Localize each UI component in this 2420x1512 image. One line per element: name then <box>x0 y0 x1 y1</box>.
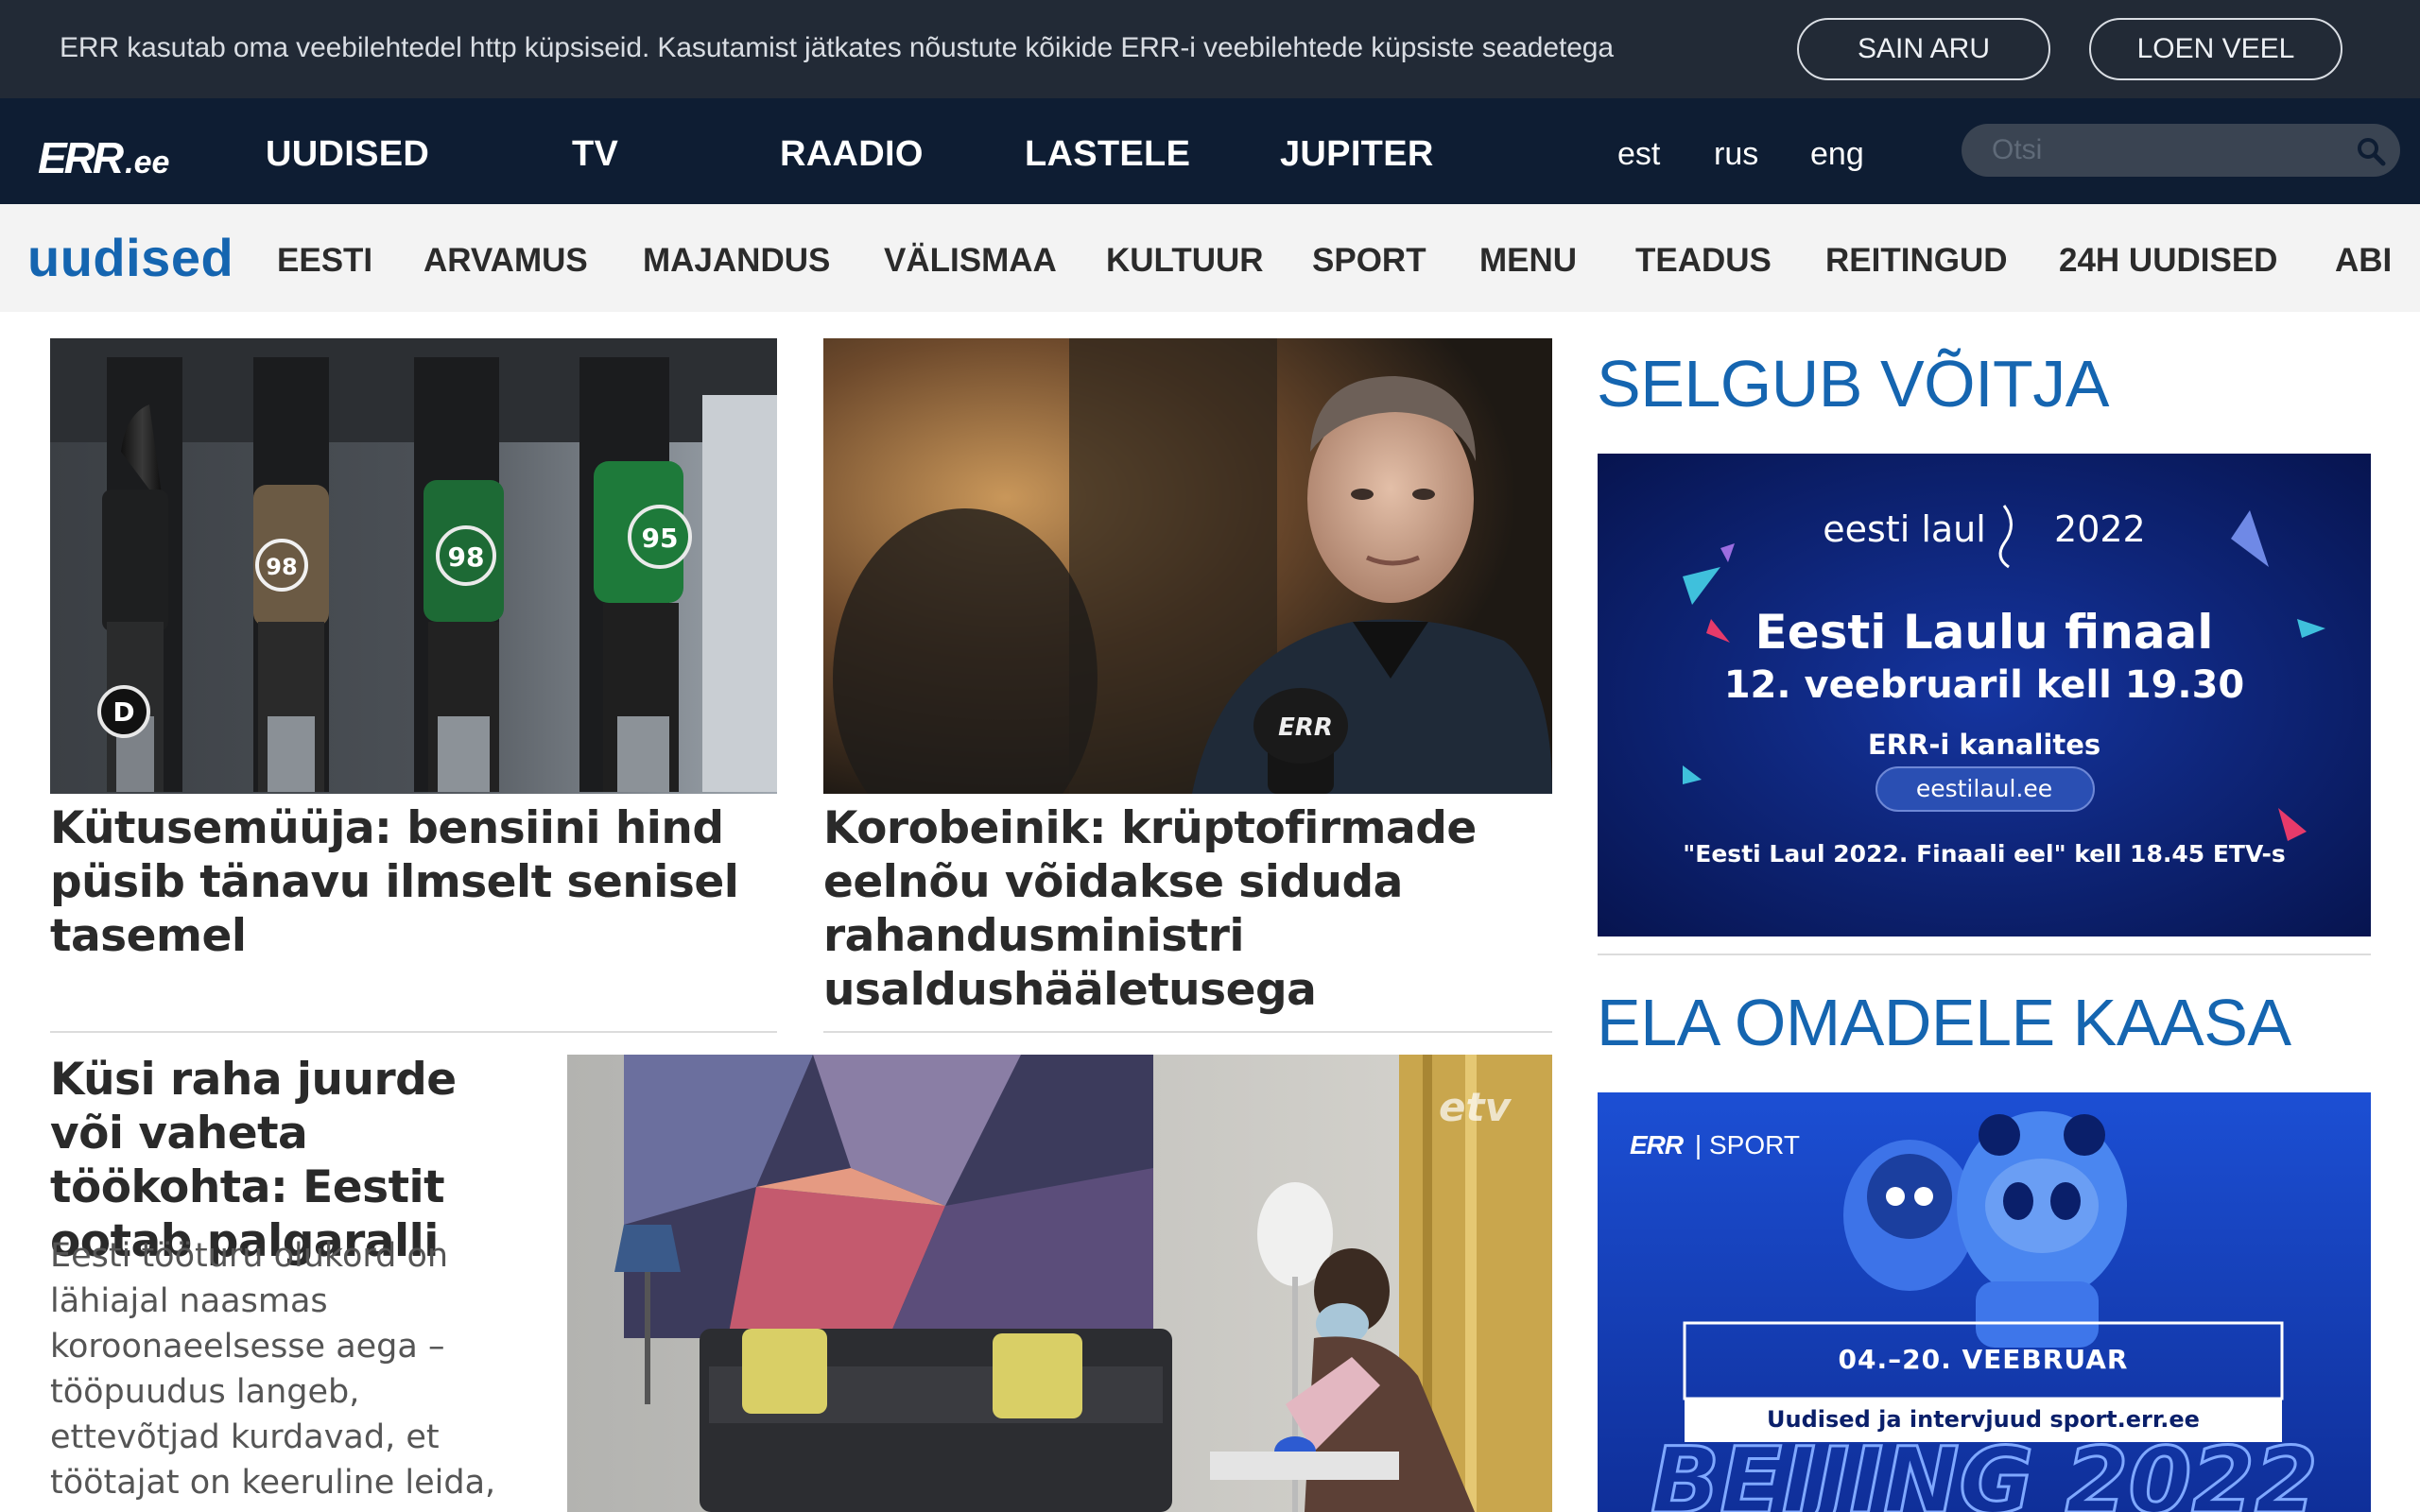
section-title[interactable]: uudised <box>27 227 233 288</box>
banner-eesti-laul-footer: "Eesti Laul 2022. Finaali eel" kell 18.4… <box>1683 840 2286 868</box>
divider <box>823 1031 1552 1033</box>
cookie-read-more-button[interactable]: LOEN VEEL <box>2089 18 2342 80</box>
svg-text:95: 95 <box>642 523 679 554</box>
language-rus[interactable]: rus <box>1714 136 1758 173</box>
sidebar-title-winner: SELGUB VÕITJA <box>1597 347 2109 421</box>
section-link-24h-uudised[interactable]: 24H UUDISED <box>2059 242 2277 280</box>
article-image-hotel-room[interactable]: etv <box>567 1055 1552 1512</box>
nav-link-tv[interactable]: TV <box>572 134 618 175</box>
language-est[interactable]: est <box>1617 136 1660 173</box>
section-link-majandus[interactable]: MAJANDUS <box>643 242 830 280</box>
banner-eesti-laul-site[interactable]: eestilaul.ee <box>1598 775 2371 802</box>
svg-text:98: 98 <box>266 554 297 580</box>
cookie-notice-text: ERR kasutab oma veebilehtedel http küpsi… <box>60 32 1614 63</box>
tv-watermark: etv <box>1439 1084 1512 1130</box>
banner-sport-big-text: BEIJING 2022 <box>1651 1428 2318 1512</box>
section-link-valismaa[interactable]: VÄLISMAA <box>884 242 1057 280</box>
section-link-eesti[interactable]: EESTI <box>277 242 372 280</box>
search-box <box>1962 124 2400 177</box>
article-lead-salary: Eesti tööturu olukord on lähiajal naasma… <box>50 1237 496 1512</box>
banner-err-sport-beijing[interactable]: BEIJING 2022 ERR | SPORT 04.–20. VEEBRUA… <box>1598 1092 2371 1512</box>
section-link-arvamus[interactable]: ARVAMUS <box>424 242 588 280</box>
section-link-sport[interactable]: SPORT <box>1312 242 1426 280</box>
banner-sport-dates: 04.–20. VEEBRUAR <box>1838 1344 2129 1375</box>
banner-eesti-laul-brand: eesti laul <box>1823 508 1986 550</box>
err-logo[interactable]: ERR .ee <box>38 132 169 183</box>
section-navigation: uudised EESTI ARVAMUS MAJANDUS VÄLISMAA … <box>0 204 2420 312</box>
banner-eesti-laul[interactable]: eesti laul 2022 Eesti Laulu finaal 12. v… <box>1598 454 2371 936</box>
cookie-accept-button[interactable]: SAIN ARU <box>1797 18 2050 80</box>
section-link-teadus[interactable]: TEADUS <box>1635 242 1772 280</box>
search-icon[interactable] <box>2355 135 2387 167</box>
banner-eesti-laul-date: 12. veebruaril kell 19.30 <box>1723 663 2245 707</box>
nav-link-raadio[interactable]: RAADIO <box>780 134 924 175</box>
article-headline-crypto[interactable]: Korobeinik: krüptofirmade eelnõu võidaks… <box>823 801 1561 1017</box>
banner-sport-subtitle[interactable]: Uudised ja intervjuud sport.err.ee <box>1685 1406 2282 1433</box>
article-headline-fuel[interactable]: Kütusemüüja: bensiini hind püsib tänavu … <box>50 801 787 963</box>
language-eng[interactable]: eng <box>1810 136 1864 173</box>
section-link-menu[interactable]: MENU <box>1479 242 1577 280</box>
banner-eesti-laul-channels: ERR-i kanalites <box>1867 729 2101 761</box>
sidebar-title-support: ELA OMADELE KAASA <box>1597 986 2291 1059</box>
divider <box>1598 954 2371 955</box>
section-link-reitingud[interactable]: REITINGUD <box>1825 242 2008 280</box>
logo-text: ERR <box>38 133 124 182</box>
svg-text:98: 98 <box>448 541 485 573</box>
nav-link-jupiter[interactable]: JUPITER <box>1280 134 1434 175</box>
nav-link-lastele[interactable]: LASTELE <box>1025 134 1190 175</box>
divider <box>50 1031 777 1033</box>
banner-eesti-laul-title: Eesti Laulu finaal <box>1754 605 2214 660</box>
main-navigation: ERR .ee UUDISED TV RAADIO LASTELE JUPITER… <box>0 98 2420 204</box>
section-link-abi[interactable]: ABI <box>2335 242 2392 280</box>
err-sport-logo: ERR | SPORT <box>1630 1130 1800 1160</box>
search-input[interactable] <box>1992 134 2351 166</box>
article-image-portrait[interactable]: ERR <box>823 338 1552 794</box>
article-image-fuel-pumps[interactable]: D 98 98 95 <box>50 338 777 794</box>
logo-suffix: .ee <box>125 145 170 180</box>
cookie-bar: ERR kasutab oma veebilehtedel http küpsi… <box>0 0 2420 98</box>
section-link-kultuur[interactable]: KULTUUR <box>1106 242 1264 280</box>
banner-eesti-laul-year: 2022 <box>2054 508 2146 550</box>
nav-link-uudised[interactable]: UUDISED <box>266 134 429 175</box>
svg-text:ERR: ERR <box>1278 713 1333 742</box>
svg-text:D: D <box>112 696 134 728</box>
